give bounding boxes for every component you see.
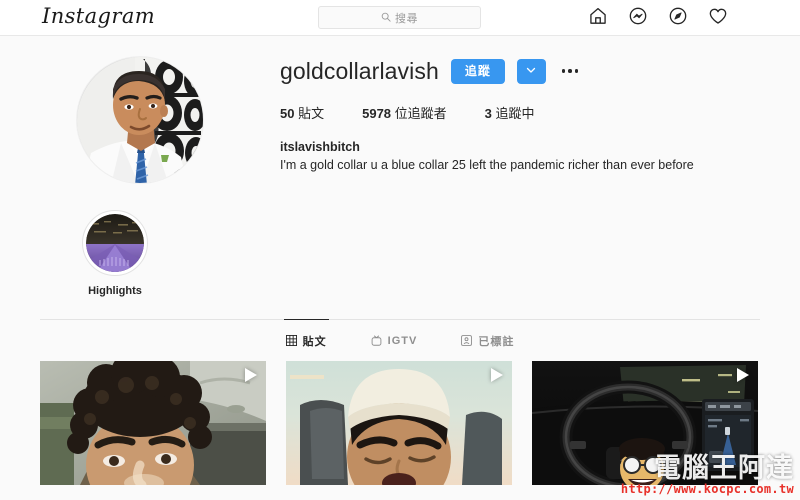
follow-button[interactable]: 追蹤	[450, 58, 505, 84]
tab-posts[interactable]: 貼文	[283, 319, 329, 361]
profile-page: goldcollarlavish 追蹤 50 貼文 5978 位追蹤者 3 追蹤…	[0, 36, 800, 500]
video-play-icon	[737, 368, 749, 382]
home-icon[interactable]	[588, 6, 608, 31]
tagged-icon	[461, 335, 473, 346]
highlight-item[interactable]: Highlights	[76, 210, 154, 297]
ellipsis-dot-icon	[561, 69, 566, 73]
heart-icon[interactable]	[708, 6, 728, 31]
search-placeholder: 搜尋	[395, 12, 418, 25]
tab-tagged-label: 已標註	[478, 335, 515, 348]
ellipsis-dot-icon	[568, 69, 572, 73]
stat-followers-value: 5978	[362, 106, 392, 121]
stat-posts-value: 50	[280, 106, 295, 121]
tab-tagged[interactable]: 已標註	[459, 319, 516, 361]
search-icon	[381, 9, 391, 27]
grid-icon	[285, 335, 297, 346]
profile-stats: 50 貼文 5978 位追蹤者 3 追蹤中	[280, 103, 760, 122]
highlight-label: Highlights	[88, 285, 142, 297]
stat-posts[interactable]: 50 貼文	[280, 103, 324, 122]
video-play-icon	[491, 368, 503, 382]
stat-posts-label: 貼文	[298, 106, 325, 121]
avatar[interactable]	[76, 56, 204, 184]
search-input[interactable]: 搜尋	[318, 6, 481, 29]
profile-bio: itslavishbitch I'm a gold collar u a blu…	[280, 138, 760, 174]
igtv-icon	[371, 335, 382, 346]
stat-following-label: 追蹤中	[495, 106, 535, 121]
stat-following[interactable]: 3 追蹤中	[485, 103, 535, 122]
profile-bio-text: I'm a gold collar u a blue collar 25 lef…	[280, 158, 694, 173]
post-thumbnail[interactable]	[286, 361, 512, 485]
highlight-ring	[82, 210, 148, 276]
profile-tabs: 貼文 IGTV 已標註	[40, 319, 760, 361]
profile-username: goldcollarlavish	[280, 57, 439, 84]
ellipsis-dot-icon	[574, 69, 579, 73]
follow-dropdown-button[interactable]	[516, 58, 546, 84]
stat-followers-label: 位追蹤者	[394, 106, 447, 121]
story-highlights: Highlights	[0, 184, 800, 297]
tab-posts-label: 貼文	[302, 335, 327, 348]
instagram-logo[interactable]: Instagram	[42, 5, 155, 30]
tab-igtv[interactable]: IGTV	[369, 319, 420, 361]
post-thumbnail[interactable]	[532, 361, 758, 485]
username-row: goldcollarlavish 追蹤	[280, 54, 760, 88]
compass-icon[interactable]	[668, 6, 688, 31]
profile-header: goldcollarlavish 追蹤 50 貼文 5978 位追蹤者 3 追蹤…	[0, 36, 800, 184]
tab-igtv-label: IGTV	[387, 334, 418, 347]
top-navigation-bar: Instagram 搜尋	[0, 0, 800, 36]
more-options-button[interactable]	[558, 59, 583, 84]
profile-full-name: itslavishbitch	[280, 140, 360, 154]
chevron-down-icon	[525, 64, 537, 79]
highlight-cover	[86, 214, 144, 272]
post-thumbnail[interactable]	[40, 361, 266, 485]
navigation-icons	[588, 0, 728, 36]
stat-followers[interactable]: 5978 位追蹤者	[362, 103, 447, 122]
messenger-icon[interactable]	[628, 6, 648, 31]
avatar-column	[0, 54, 280, 184]
stat-following-value: 3	[484, 106, 492, 121]
video-play-icon	[245, 368, 257, 382]
profile-info-column: goldcollarlavish 追蹤 50 貼文 5978 位追蹤者 3 追蹤…	[280, 54, 800, 184]
post-grid	[0, 361, 800, 485]
